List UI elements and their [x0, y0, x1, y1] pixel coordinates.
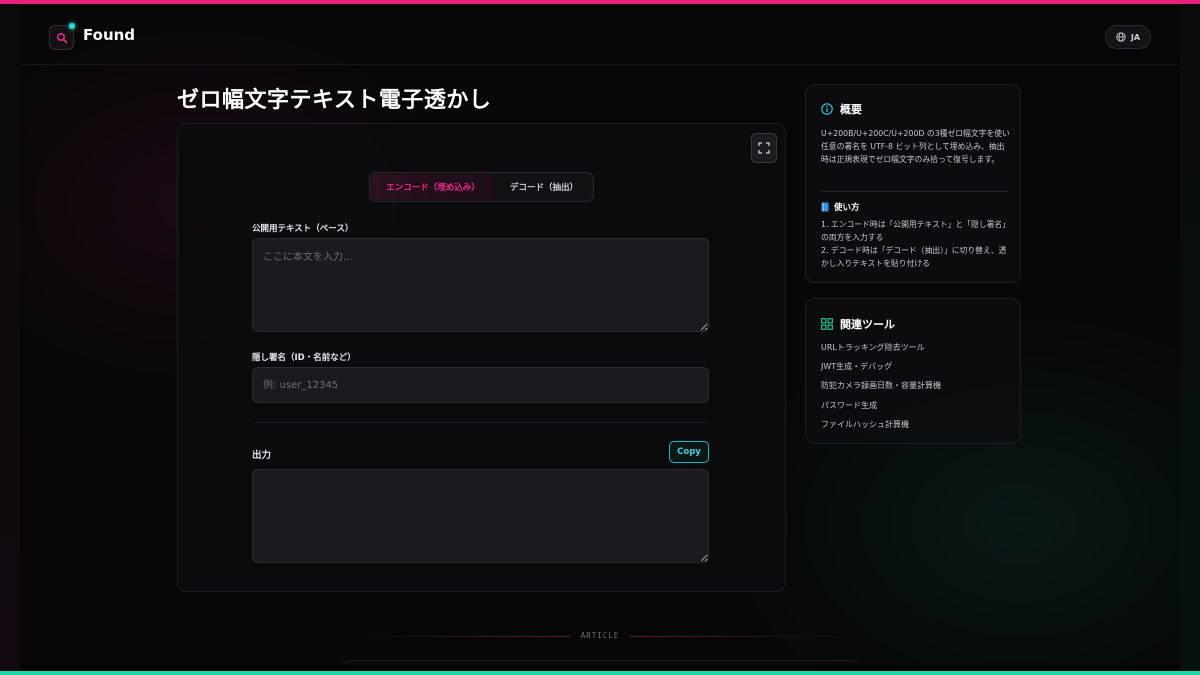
related-link-password[interactable]: パスワード生成 — [821, 400, 877, 411]
overview-separator — [821, 191, 1008, 192]
article-card — [342, 660, 860, 664]
overview-heading: 概要 — [821, 101, 862, 117]
logo-status-dot — [69, 23, 75, 29]
language-label: JA — [1130, 32, 1141, 42]
related-link-file-hash[interactable]: ファイルハッシュ計算機 — [821, 419, 909, 430]
public-text-label: 公開用テキスト（ベース） — [252, 224, 354, 234]
overview-title: 概要 — [840, 103, 862, 116]
tab-encode[interactable]: エンコード（埋め込み） — [371, 174, 495, 200]
book-icon — [821, 202, 829, 212]
howto-heading: 使い方 — [821, 201, 860, 213]
howto-title: 使い方 — [834, 203, 860, 213]
globe-icon — [1116, 32, 1126, 42]
howto-step-1: 1. エンコード時は「公開用テキスト」と「隠し署名」の両方を入力する — [821, 220, 1011, 242]
fullscreen-button[interactable] — [751, 133, 777, 163]
site-header: Found JA — [20, 4, 1180, 65]
copy-button[interactable]: Copy — [669, 441, 709, 463]
tab-decode[interactable]: デコード（抽出） — [496, 174, 592, 200]
article-label: ARTICLE — [580, 631, 620, 640]
related-tools-card: 関連ツール URLトラッキング除去ツール JWT生成・デバッグ 防犯カメラ録画日… — [805, 298, 1021, 444]
grid-icon — [821, 318, 833, 330]
signature-label: 隠し署名（ID・名前など） — [252, 353, 356, 363]
info-icon — [821, 103, 833, 115]
page-title: ゼロ幅文字テキスト電子透かし — [177, 88, 492, 113]
overview-body: U+200B/U+200C/U+200D の3種ゼロ幅文字を使い任意の署名を U… — [821, 129, 1010, 164]
app-window: Found JA ゼロ幅文字テキスト電子透かし エンコード（埋め込み） デコード… — [20, 4, 1180, 664]
bottom-accent-bar — [0, 671, 1200, 675]
brand-name[interactable]: Found — [83, 26, 135, 44]
related-link-camera-calc[interactable]: 防犯カメラ録画日数・容量計算機 — [821, 380, 941, 391]
left-frame — [0, 4, 20, 671]
overview-card: 概要 U+200B/U+200C/U+200D の3種ゼロ幅文字を使い任意の署名… — [805, 84, 1021, 283]
related-link-jwt[interactable]: JWT生成・デバッグ — [821, 361, 892, 372]
output-label: 出力 — [252, 450, 272, 461]
article-divider: ARTICLE — [350, 631, 850, 641]
howto-step-2: 2. デコード時は「デコード（抽出）」に切り替え、透かし入りテキストを貼り付ける — [821, 246, 1007, 268]
language-switcher[interactable]: JA — [1105, 25, 1151, 49]
related-heading: 関連ツール — [821, 316, 895, 332]
signature-input[interactable] — [252, 367, 709, 403]
mode-switch: エンコード（埋め込み） デコード（抽出） — [369, 172, 594, 202]
search-icon — [56, 32, 67, 43]
right-frame — [1180, 4, 1200, 671]
fullscreen-icon — [758, 142, 770, 154]
related-link-url-tracking[interactable]: URLトラッキング除去ツール — [821, 342, 925, 353]
public-text-input[interactable] — [252, 238, 709, 332]
section-divider — [252, 422, 709, 423]
output-textarea[interactable] — [252, 469, 709, 563]
tool-panel: エンコード（埋め込み） デコード（抽出） 公開用テキスト（ベース） 隠し署名（I… — [177, 123, 786, 592]
related-title: 関連ツール — [840, 318, 895, 331]
